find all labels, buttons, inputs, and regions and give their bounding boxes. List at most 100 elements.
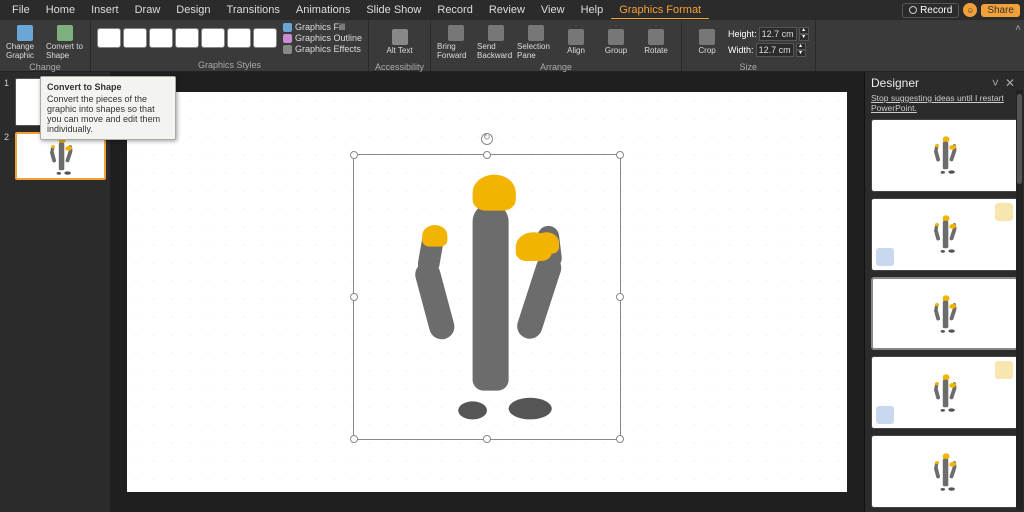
slide-canvas-area: [110, 72, 864, 512]
tab-slideshow[interactable]: Slide Show: [358, 2, 429, 18]
selection-pane-button[interactable]: Selection Pane: [517, 22, 555, 62]
tab-record[interactable]: Record: [429, 2, 480, 18]
resize-handle[interactable]: [616, 151, 624, 159]
height-up[interactable]: ▴: [799, 27, 809, 34]
style-preset[interactable]: [175, 28, 199, 48]
style-preset[interactable]: [227, 28, 251, 48]
style-preset[interactable]: [201, 28, 225, 48]
style-preset[interactable]: [97, 28, 121, 48]
width-up[interactable]: ▴: [796, 43, 806, 50]
alt-text-label: Alt Text: [386, 46, 412, 55]
tooltip-title: Convert to Shape: [47, 82, 169, 92]
design-suggestion[interactable]: [871, 277, 1018, 350]
height-input[interactable]: [759, 27, 797, 41]
cactus-icon: [928, 295, 961, 332]
width-down[interactable]: ▾: [796, 50, 806, 57]
cactus-icon: [928, 374, 961, 411]
group-change: Change Graphic Convert to Shape Change: [0, 20, 91, 71]
group-arrange: Bring Forward Send Backward Selection Pa…: [431, 20, 682, 71]
group-accessibility: Alt Text Accessibility: [369, 20, 431, 71]
convert-to-shape-label: Convert to Shape: [46, 42, 84, 60]
group-size: Crop Height:▴▾ Width:▴▾ Size: [682, 20, 816, 71]
account-avatar[interactable]: ☺: [963, 3, 977, 17]
graphics-effects-label: Graphics Effects: [295, 44, 361, 54]
collapse-ribbon-button[interactable]: ˄: [1015, 23, 1021, 34]
crop-button[interactable]: Crop: [688, 22, 726, 62]
selection-pane-label: Selection Pane: [517, 42, 555, 60]
tab-file[interactable]: File: [4, 2, 38, 18]
slide[interactable]: [127, 92, 847, 492]
tab-insert[interactable]: Insert: [83, 2, 127, 18]
designer-stop-link[interactable]: Stop suggesting ideas until I restart Po…: [871, 93, 1018, 113]
resize-handle[interactable]: [483, 435, 491, 443]
designer-pane: Designer ˅✕ Stop suggesting ideas until I…: [864, 72, 1024, 512]
tab-help[interactable]: Help: [573, 2, 612, 18]
style-preset[interactable]: [253, 28, 277, 48]
cactus-graphic[interactable]: [379, 175, 595, 420]
cactus-icon: [44, 137, 77, 174]
align-button[interactable]: Align: [557, 22, 595, 62]
align-label: Align: [567, 46, 585, 55]
cactus-icon: [928, 216, 961, 253]
resize-handle[interactable]: [483, 151, 491, 159]
tab-review[interactable]: Review: [481, 2, 533, 18]
graphics-outline-button[interactable]: Graphics Outline: [283, 33, 362, 43]
graphics-outline-label: Graphics Outline: [295, 33, 362, 43]
send-backward-button[interactable]: Send Backward: [477, 22, 515, 62]
rotate-button[interactable]: Rotate: [637, 22, 675, 62]
share-button[interactable]: Share: [981, 4, 1020, 17]
resize-handle[interactable]: [350, 293, 358, 301]
group-styles-label: Graphics Styles: [198, 60, 261, 71]
designer-close-button[interactable]: ✕: [1002, 76, 1018, 90]
group-btn-label: Group: [605, 46, 627, 55]
design-suggestion[interactable]: [871, 119, 1018, 192]
design-suggestion[interactable]: [871, 356, 1018, 429]
bring-forward-button[interactable]: Bring Forward: [437, 22, 475, 62]
tooltip: Convert to Shape Convert the pieces of t…: [40, 76, 176, 140]
tab-view[interactable]: View: [533, 2, 573, 18]
change-graphic-label: Change Graphic: [6, 42, 44, 60]
rotate-label: Rotate: [644, 46, 668, 55]
designer-title: Designer: [871, 76, 919, 90]
tab-home[interactable]: Home: [38, 2, 83, 18]
thumb-number: 1: [4, 78, 12, 88]
bring-forward-label: Bring Forward: [437, 42, 475, 60]
rotate-handle[interactable]: [481, 133, 493, 145]
scrollbar-thumb[interactable]: [1017, 94, 1022, 184]
graphics-fill-label: Graphics Fill: [295, 22, 345, 32]
menu-bar: File Home Insert Draw Design Transitions…: [0, 0, 1024, 20]
resize-handle[interactable]: [350, 435, 358, 443]
designer-scrollbar[interactable]: [1016, 90, 1023, 510]
width-input[interactable]: [756, 43, 794, 57]
cactus-icon: [928, 453, 961, 490]
send-backward-label: Send Backward: [477, 42, 515, 60]
record-button[interactable]: Record: [902, 3, 959, 18]
graphics-effects-button[interactable]: Graphics Effects: [283, 44, 362, 54]
group-graphics-styles: Graphics Fill Graphics Outline Graphics …: [91, 20, 369, 71]
group-button[interactable]: Group: [597, 22, 635, 62]
tab-graphics-format[interactable]: Graphics Format: [611, 2, 709, 19]
tab-transitions[interactable]: Transitions: [219, 2, 288, 18]
change-graphic-button[interactable]: Change Graphic: [6, 22, 44, 62]
ribbon: Change Graphic Convert to Shape Change G…: [0, 20, 1024, 72]
graphics-fill-button[interactable]: Graphics Fill: [283, 22, 362, 32]
style-preset[interactable]: [123, 28, 147, 48]
width-label: Width:: [728, 45, 754, 55]
convert-to-shape-button[interactable]: Convert to Shape: [46, 22, 84, 62]
crop-label: Crop: [698, 46, 715, 55]
design-suggestion[interactable]: [871, 435, 1018, 508]
thumb-number: 2: [4, 132, 12, 142]
alt-text-button[interactable]: Alt Text: [381, 22, 419, 62]
tab-design[interactable]: Design: [168, 2, 218, 18]
style-preset[interactable]: [149, 28, 173, 48]
height-down[interactable]: ▾: [799, 34, 809, 41]
tab-animations[interactable]: Animations: [288, 2, 358, 18]
tooltip-body: Convert the pieces of the graphic into s…: [47, 94, 169, 134]
design-suggestion[interactable]: [871, 198, 1018, 271]
resize-handle[interactable]: [616, 293, 624, 301]
designer-chevron-icon[interactable]: ˅: [989, 76, 1002, 90]
selection-box[interactable]: [353, 154, 621, 440]
resize-handle[interactable]: [616, 435, 624, 443]
tab-draw[interactable]: Draw: [127, 2, 169, 18]
resize-handle[interactable]: [350, 151, 358, 159]
